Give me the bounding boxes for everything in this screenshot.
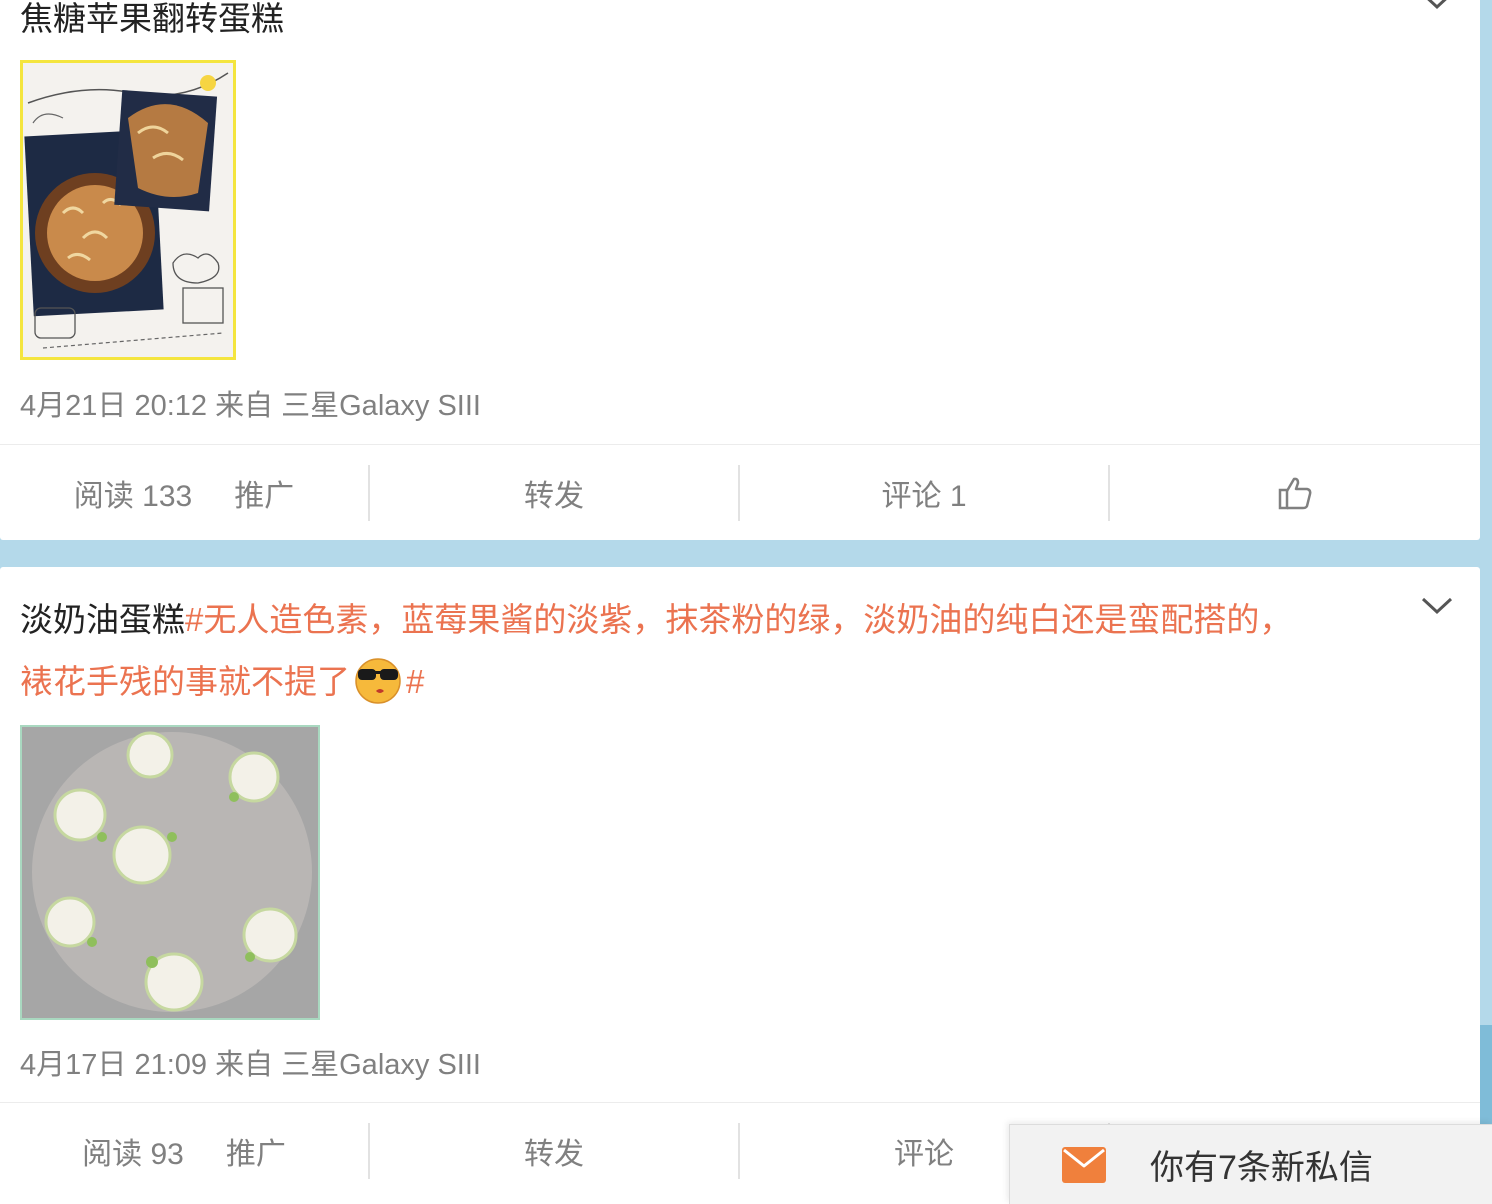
read-count: 阅读 93 (82, 1137, 184, 1171)
chevron-down-icon[interactable] (1420, 589, 1454, 623)
post-meta: 4月21日 20:12 来自 三星Galaxy SIII (20, 390, 481, 422)
topic-end[interactable]: # (406, 663, 424, 700)
chevron-down-icon[interactable] (1420, 0, 1454, 18)
read-count: 阅读 133 (73, 479, 193, 513)
thumbs-up-icon (1278, 477, 1312, 509)
post-text: 淡奶油蛋糕#无人造色素，蓝莓果酱的淡紫，抹茶粉的绿，淡奶油的纯白还是蛮配搭的， … (20, 589, 1390, 713)
post-image[interactable] (20, 60, 236, 360)
post-text: 焦糖苹果翻转蛋糕 (20, 0, 1390, 50)
comment-button[interactable]: 评论 1 (740, 464, 1110, 521)
repost-button[interactable]: 转发 (370, 1122, 740, 1179)
feed-card: 焦糖苹果翻转蛋糕 4月21日 20:12 来自 三星Galaxy SIII 阅读… (0, 0, 1480, 540)
topic-link[interactable]: #无人造色素，蓝莓果酱的淡紫，抹茶粉的绿，淡奶油的纯白还是蛮配搭的， (185, 601, 1292, 638)
read-count-promote: 阅读 93 推广 (0, 1122, 370, 1179)
action-bar: 阅读 133 推广 转发 评论 1 (0, 444, 1480, 540)
promote-link[interactable]: 推广 (234, 471, 294, 515)
repost-button[interactable]: 转发 (370, 464, 740, 521)
post-body: 淡奶油蛋糕 (20, 601, 185, 638)
private-message-toast[interactable]: 你有7条新私信 (1009, 1124, 1492, 1204)
cool-sunglasses-emoji-icon (355, 658, 401, 704)
read-count-promote: 阅读 133 推广 (0, 464, 370, 521)
topic-link-cont[interactable]: 裱花手残的事就不提了 (20, 663, 350, 700)
promote-link[interactable]: 推广 (226, 1129, 286, 1173)
post-meta: 4月17日 21:09 来自 三星Galaxy SIII (20, 1049, 481, 1081)
toast-text: 你有7条新私信 (1150, 1149, 1373, 1187)
post-body: 焦糖苹果翻转蛋糕 (20, 0, 284, 37)
scrollbar-track[interactable] (1480, 0, 1492, 1204)
feed-card: 淡奶油蛋糕#无人造色素，蓝莓果酱的淡紫，抹茶粉的绿，淡奶油的纯白还是蛮配搭的， … (0, 567, 1480, 1204)
mail-icon (1062, 1146, 1106, 1183)
post-image[interactable] (20, 725, 320, 1020)
like-button[interactable] (1110, 465, 1480, 521)
